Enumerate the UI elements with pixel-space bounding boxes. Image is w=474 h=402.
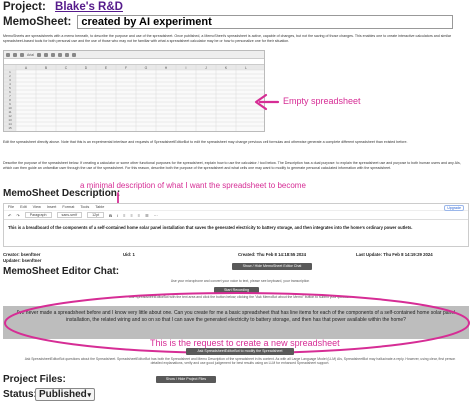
column-header[interactable]: G <box>145 66 148 70</box>
status-label: Status: <box>3 389 37 400</box>
print-icon[interactable] <box>20 52 24 57</box>
edit-note: Edit the spreadsheet directly above. Not… <box>3 140 408 144</box>
redo-icon[interactable] <box>13 52 17 57</box>
toggle-files-button[interactable]: Show / Hide Project Files <box>156 376 216 383</box>
align-left-icon[interactable]: ≡ <box>123 213 125 218</box>
pink-arrow-left-icon <box>254 93 280 111</box>
project-label: Project: <box>3 1 46 13</box>
memosheet-title-input[interactable] <box>77 15 454 29</box>
align-right-icon[interactable]: ≡ <box>138 213 140 218</box>
paragraph-select[interactable]: Paragraph <box>24 212 52 218</box>
menu-file[interactable]: File <box>8 205 14 209</box>
description-editor[interactable]: File Edit View Insert Format Tools Table… <box>3 203 469 247</box>
ask-bot-button[interactable]: Ask SpreadsheetEditorBot to modify the S… <box>186 348 294 355</box>
project-link[interactable]: Blake's R&D <box>55 1 123 13</box>
upgrade-button[interactable]: Upgrade <box>444 205 464 211</box>
purpose-note: Describe the purpose of the spreadsheet … <box>3 161 461 170</box>
redo-icon[interactable]: ↷ <box>16 213 19 218</box>
border-icon[interactable] <box>65 52 70 57</box>
align-center-icon[interactable]: ≡ <box>130 213 132 218</box>
menu-format[interactable]: Format <box>62 205 74 209</box>
chevron-down-icon: ▾ <box>87 391 91 399</box>
status-value: Published <box>39 389 87 400</box>
voice-instructions: Use your microphone and convert your voi… <box>170 279 310 283</box>
intro-text: MemoSheets are spreadsheets with a memo … <box>3 34 452 43</box>
editor-content[interactable]: This is a breadboard of the components o… <box>4 220 468 235</box>
status-select[interactable]: Published ▾ <box>35 388 95 401</box>
toggle-chat-button[interactable]: Show / Hide MemoSheet Editor Chat <box>232 263 312 270</box>
description-heading: MemoSheet Description: <box>3 188 121 199</box>
bold-icon[interactable]: B <box>109 213 112 218</box>
undo-icon[interactable] <box>6 52 10 57</box>
spreadsheet-widget[interactable]: Arial A B C D E F G H I J K L 1 2 3 4 5 6 7 8 9 10 11 12 13 14 15 <box>3 50 265 132</box>
column-header[interactable]: I <box>186 66 187 70</box>
bold-icon[interactable] <box>37 52 42 57</box>
list-icon[interactable]: ☰ <box>145 213 149 218</box>
menu-insert[interactable]: Insert <box>47 205 57 209</box>
memosheet-title-row: MemoSheet: <box>3 15 454 29</box>
annotation-request: This is the request to create a new spre… <box>150 338 340 348</box>
undo-icon[interactable]: ↶ <box>8 213 11 218</box>
more-icon[interactable]: ⋯ <box>154 213 158 218</box>
editor-toolbar: ↶ ↷ Paragraph sans-serif 12pt B I ≡ ≡ ≡ … <box>4 211 468 220</box>
created-text: Created: Thu Feb 8 14:18:55 2024 <box>238 252 307 257</box>
updater-text: Updater: bsenftner <box>3 258 42 263</box>
editor-menubar: File Edit View Insert Format Tools Table <box>4 204 468 211</box>
project-files-heading: Project Files: <box>3 374 66 385</box>
chat-heading: MemoSheet Editor Chat: <box>3 266 120 277</box>
last-update-text: Last Update: Thu Feb 8 14:19:29 2024 <box>356 252 433 257</box>
creator-text: Creator: bsenftner <box>3 252 41 257</box>
italic-icon[interactable]: I <box>117 213 118 218</box>
spreadsheet-grid[interactable]: A B C D E F G H I J K L123456789101112131415 <box>4 65 265 131</box>
menu-view[interactable]: View <box>33 205 41 209</box>
menu-edit[interactable]: Edit <box>20 205 27 209</box>
column-header[interactable]: L <box>245 66 247 70</box>
font-family-select[interactable]: sans-serif <box>56 212 83 218</box>
chat-footer-note: Ask SpreadsheetEditorBot questions about… <box>24 357 456 365</box>
font-select[interactable]: Arial <box>27 53 34 57</box>
menu-table[interactable]: Table <box>95 205 104 209</box>
italic-icon[interactable] <box>44 52 49 57</box>
column-header[interactable]: F <box>125 66 127 70</box>
spreadsheet-toolbar: Arial <box>4 51 264 59</box>
memosheet-label: MemoSheet: <box>3 16 72 28</box>
project-row: Project: Blake's R&D <box>3 1 123 13</box>
fill-icon[interactable] <box>58 52 63 57</box>
annotation-empty-spreadsheet: Empty spreadsheet <box>283 96 361 106</box>
column-header[interactable]: J <box>205 66 207 70</box>
align-icon[interactable] <box>72 52 77 57</box>
uid-text: Uid: 1 <box>123 252 135 257</box>
color-icon[interactable] <box>51 52 56 57</box>
row-header[interactable]: 15 <box>8 126 12 130</box>
font-size-select[interactable]: 12pt <box>87 212 105 218</box>
menu-tools[interactable]: Tools <box>80 205 89 209</box>
